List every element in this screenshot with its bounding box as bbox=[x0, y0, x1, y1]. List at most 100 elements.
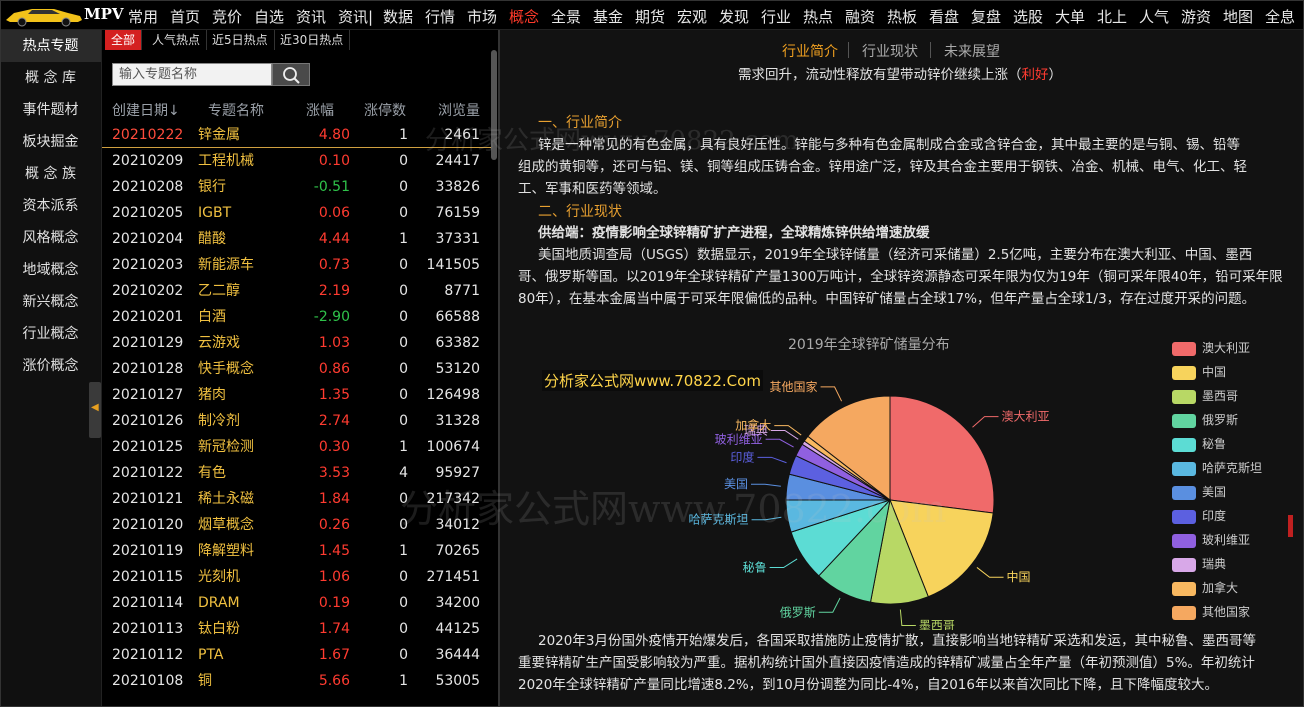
sidebar-item[interactable]: 事件题材 bbox=[0, 94, 101, 126]
nav-item[interactable]: 热点 bbox=[803, 6, 833, 27]
sidebar-item[interactable]: 涨价概念 bbox=[0, 350, 101, 382]
bottom-line: 2020年3月份国外疫情开始爆发后，各国采取措施防止疫情扩散，直接影响当地锌精矿… bbox=[538, 633, 1256, 649]
pie-slice-label: 澳大利亚 bbox=[1002, 410, 1050, 424]
header-date[interactable]: 创建日期↓ bbox=[112, 100, 180, 120]
table-row[interactable]: 20210120 烟草概念 0.26 0 34012 bbox=[102, 512, 492, 538]
nav-item[interactable]: 复盘 bbox=[971, 6, 1001, 27]
sidebar-item[interactable]: 概 念 族 bbox=[0, 158, 101, 190]
sidebar-item[interactable]: 地域概念 bbox=[0, 254, 101, 286]
nav-item[interactable]: 竞价 bbox=[212, 6, 242, 27]
table-row[interactable]: 20210127 猪肉 1.35 0 126498 bbox=[102, 382, 492, 408]
nav-item[interactable]: 资讯| bbox=[338, 6, 373, 27]
tab-intro[interactable]: 行业简介 bbox=[782, 41, 838, 61]
row-limit-count: 1 bbox=[399, 127, 408, 143]
row-name: 钛白粉 bbox=[198, 621, 240, 637]
nav-item[interactable]: 数据 bbox=[383, 6, 413, 27]
table-row[interactable]: 20210115 光刻机 1.06 0 271451 bbox=[102, 564, 492, 590]
nav-item[interactable]: 全景 bbox=[551, 6, 581, 27]
table-row[interactable]: 20210222 锌金属 4.80 1 2461 bbox=[102, 122, 492, 148]
nav-item[interactable]: 行业 bbox=[761, 6, 791, 27]
list-subtab[interactable]: 全部 bbox=[105, 30, 143, 50]
search-button[interactable] bbox=[272, 63, 310, 86]
nav-item[interactable]: 概念 bbox=[509, 6, 539, 27]
sidebar-item[interactable]: 板块掘金 bbox=[0, 126, 101, 158]
nav-item[interactable]: 看盘 bbox=[929, 6, 959, 27]
sidebar-item[interactable]: 资本派系 bbox=[0, 190, 101, 222]
table-row[interactable]: 20210202 乙二醇 2.19 0 8771 bbox=[102, 278, 492, 304]
nav-item[interactable]: 资讯 bbox=[296, 6, 326, 27]
nav-item[interactable]: 常用 bbox=[128, 6, 158, 27]
nav-item[interactable]: 大单 bbox=[1055, 6, 1085, 27]
table-row[interactable]: 20210113 钛白粉 1.74 0 44125 bbox=[102, 616, 492, 642]
list-scrollbar[interactable] bbox=[491, 50, 497, 160]
legend-swatch bbox=[1172, 390, 1196, 404]
nav-item[interactable]: 宏观 bbox=[677, 6, 707, 27]
table-row[interactable]: 20210209 工程机械 0.10 0 24417 bbox=[102, 148, 492, 174]
table-row[interactable]: 20210119 降解塑料 1.45 1 70265 bbox=[102, 538, 492, 564]
nav-item[interactable]: 首页 bbox=[170, 6, 200, 27]
table-row[interactable]: 20210126 制冷剂 2.74 0 31328 bbox=[102, 408, 492, 434]
table-row[interactable]: 20210203 新能源车 0.73 0 141505 bbox=[102, 252, 492, 278]
collapse-handle[interactable]: ◀ bbox=[89, 382, 101, 438]
header-limit[interactable]: 涨停数 bbox=[364, 100, 406, 120]
table-row[interactable]: 20210208 银行 -0.51 0 33826 bbox=[102, 174, 492, 200]
row-change: 0.86 bbox=[318, 361, 350, 377]
sidebar-item[interactable]: 概 念 库 bbox=[0, 62, 101, 94]
content-scrollbar[interactable] bbox=[1288, 515, 1293, 537]
sidebar-item[interactable]: 热点专题 bbox=[0, 30, 101, 62]
nav-item[interactable]: 融资 bbox=[845, 6, 875, 27]
header-name[interactable]: 专题名称 bbox=[208, 100, 264, 120]
status-line: 80年），在基本金属当中属于可采年限偏低的品种。中国锌矿储量占全球17%，但年产… bbox=[518, 291, 1256, 307]
table-row[interactable]: 20210122 有色 3.53 4 95927 bbox=[102, 460, 492, 486]
sidebar-item[interactable]: 新兴概念 bbox=[0, 286, 101, 318]
table-row[interactable]: 20210108 铜 5.66 1 53005 bbox=[102, 668, 492, 694]
row-views: 34012 bbox=[435, 517, 480, 533]
nav-item[interactable]: 北上 bbox=[1097, 6, 1127, 27]
car-logo-icon[interactable] bbox=[2, 3, 84, 27]
row-date: 20210125 bbox=[112, 439, 184, 455]
header-pct[interactable]: 涨幅 bbox=[306, 100, 334, 120]
table-row[interactable]: 20210204 醋酸 4.44 1 37331 bbox=[102, 226, 492, 252]
nav-item[interactable]: 全息 bbox=[1265, 6, 1295, 27]
nav-item[interactable]: 基金 bbox=[593, 6, 623, 27]
list-subtab[interactable]: 近5日热点 bbox=[206, 30, 275, 50]
nav-item[interactable]: 游资 bbox=[1181, 6, 1211, 27]
row-name: 猪肉 bbox=[198, 387, 226, 403]
row-date: 20210209 bbox=[112, 153, 184, 169]
detail-panel: 行业简介 行业现状 未来展望 需求回升，流动性释放有望带动锌价继续上涨（利好） … bbox=[498, 30, 1304, 707]
pie-label-line bbox=[899, 609, 916, 626]
table-row[interactable]: 20210125 新冠检测 0.30 1 100674 bbox=[102, 434, 492, 460]
tab-status[interactable]: 行业现状 bbox=[862, 41, 918, 61]
nav-item[interactable]: 行情 bbox=[425, 6, 455, 27]
table-row[interactable]: 20210121 稀土永磁 1.84 0 217342 bbox=[102, 486, 492, 512]
table-row[interactable]: 20210112 PTA 1.67 0 36444 bbox=[102, 642, 492, 668]
table-row[interactable]: 20210114 DRAM 0.19 0 34200 bbox=[102, 590, 492, 616]
nav-item[interactable]: 热板 bbox=[887, 6, 917, 27]
list-subtab[interactable]: 人气热点 bbox=[146, 30, 208, 50]
tab-outlook[interactable]: 未来展望 bbox=[944, 41, 1000, 61]
headline: 需求回升，流动性释放有望带动锌价继续上涨（利好） bbox=[738, 64, 1062, 86]
nav-item[interactable]: 发现 bbox=[719, 6, 749, 27]
row-name: 乙二醇 bbox=[198, 283, 240, 299]
header-views[interactable]: 浏览量 bbox=[438, 100, 480, 120]
nav-item[interactable]: 人气 bbox=[1139, 6, 1169, 27]
topic-search-input[interactable]: 输入专题名称 bbox=[112, 63, 272, 86]
pie-slice[interactable] bbox=[889, 395, 995, 514]
list-subtab[interactable]: 近30日热点 bbox=[274, 30, 351, 50]
nav-item[interactable]: 自选 bbox=[254, 6, 284, 27]
nav-item[interactable]: 市场 bbox=[467, 6, 497, 27]
nav-item[interactable]: 期货 bbox=[635, 6, 665, 27]
nav-item[interactable]: 选股 bbox=[1013, 6, 1043, 27]
sidebar-item[interactable]: 行业概念 bbox=[0, 318, 101, 350]
table-row[interactable]: 20210201 白酒 -2.90 0 66588 bbox=[102, 304, 492, 330]
table-row[interactable]: 20210128 快手概念 0.86 0 53120 bbox=[102, 356, 492, 382]
table-row[interactable]: 20210205 IGBT 0.06 0 76159 bbox=[102, 200, 492, 226]
table-row[interactable]: 20210129 云游戏 1.03 0 63382 bbox=[102, 330, 492, 356]
nav-item[interactable]: 地图 bbox=[1223, 6, 1253, 27]
row-limit-count: 0 bbox=[399, 257, 408, 273]
headline-close: ） bbox=[1048, 67, 1063, 83]
zinc-reserves-pie-chart: 2019年全球锌矿储量分布 分析家公式网www.70822.Com 澳大利亚 中国… bbox=[518, 330, 1288, 630]
pie-label-line bbox=[818, 597, 841, 613]
row-change: 2.74 bbox=[318, 413, 350, 429]
sidebar-item[interactable]: 风格概念 bbox=[0, 222, 101, 254]
